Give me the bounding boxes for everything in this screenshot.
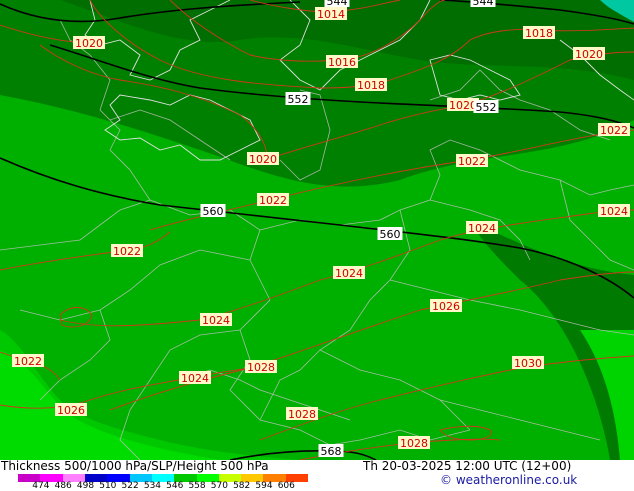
- svg-text:1022: 1022: [600, 124, 628, 137]
- svg-text:1024: 1024: [181, 372, 209, 385]
- height-label: 560: [200, 204, 226, 218]
- svg-text:1028: 1028: [400, 437, 428, 450]
- svg-text:1024: 1024: [335, 267, 363, 280]
- svg-text:1022: 1022: [259, 194, 287, 207]
- isobar-label: 1020: [573, 47, 605, 61]
- isobar-label: 1018: [355, 78, 387, 92]
- height-label: 552: [285, 92, 311, 106]
- isobar-label: 1024: [598, 204, 630, 218]
- svg-text:1024: 1024: [202, 314, 230, 327]
- svg-text:1020: 1020: [449, 99, 477, 112]
- isobar-label: 1024: [179, 371, 211, 385]
- valid-datetime: Th 20-03-2025 12:00 UTC (12+00): [363, 459, 572, 473]
- isobar-label: 1030: [512, 356, 544, 370]
- svg-text:544: 544: [473, 0, 494, 8]
- svg-text:544: 544: [327, 0, 348, 8]
- isobar-label: 1028: [245, 360, 277, 374]
- svg-text:1018: 1018: [525, 27, 553, 40]
- svg-text:552: 552: [288, 93, 309, 106]
- svg-text:560: 560: [380, 228, 401, 241]
- isobar-label: 1022: [257, 193, 289, 207]
- height-label: 544: [470, 0, 496, 8]
- svg-text:560: 560: [203, 205, 224, 218]
- height-label: 552: [473, 100, 499, 114]
- svg-text:568: 568: [321, 445, 342, 458]
- isobar-label: 1026: [430, 299, 462, 313]
- isobar-label: 1022: [598, 123, 630, 137]
- svg-text:1014: 1014: [317, 8, 345, 21]
- height-label: 560: [377, 227, 403, 241]
- isobar-label: 1022: [12, 354, 44, 368]
- svg-text:1018: 1018: [357, 79, 385, 92]
- isobar-label: 1020: [247, 152, 279, 166]
- weather-map: 1014101610181018102010201020102010221022…: [0, 0, 634, 460]
- isobar-label: 1024: [466, 221, 498, 235]
- isobar-label: 1014: [315, 7, 347, 21]
- isobar-label: 1022: [111, 244, 143, 258]
- svg-text:1022: 1022: [113, 245, 141, 258]
- height-label: 568: [318, 444, 344, 458]
- svg-text:1022: 1022: [458, 155, 486, 168]
- isobar-label: 1020: [73, 36, 105, 50]
- svg-text:1026: 1026: [57, 404, 85, 417]
- svg-text:1028: 1028: [288, 408, 316, 421]
- svg-text:1020: 1020: [575, 48, 603, 61]
- svg-text:1020: 1020: [249, 153, 277, 166]
- isobar-label: 1024: [333, 266, 365, 280]
- svg-text:1030: 1030: [514, 357, 542, 370]
- svg-text:1016: 1016: [328, 56, 356, 69]
- isobar-label: 1024: [200, 313, 232, 327]
- isobar-label: 1018: [523, 26, 555, 40]
- isobar-label: 1016: [326, 55, 358, 69]
- map-title: Thickness 500/1000 hPa/SLP/Height 500 hP…: [1, 459, 269, 473]
- height-label: 544: [324, 0, 350, 8]
- isobar-label: 1026: [55, 403, 87, 417]
- svg-text:1022: 1022: [14, 355, 42, 368]
- svg-text:1024: 1024: [468, 222, 496, 235]
- svg-text:1028: 1028: [247, 361, 275, 374]
- svg-text:1020: 1020: [75, 37, 103, 50]
- isobar-label: 1022: [456, 154, 488, 168]
- svg-text:552: 552: [476, 101, 497, 114]
- isobar-label: 1028: [286, 407, 318, 421]
- isobar-label: 1028: [398, 436, 430, 450]
- credit-link[interactable]: © weatheronline.co.uk: [440, 474, 577, 486]
- svg-text:1024: 1024: [600, 205, 628, 218]
- svg-text:1026: 1026: [432, 300, 460, 313]
